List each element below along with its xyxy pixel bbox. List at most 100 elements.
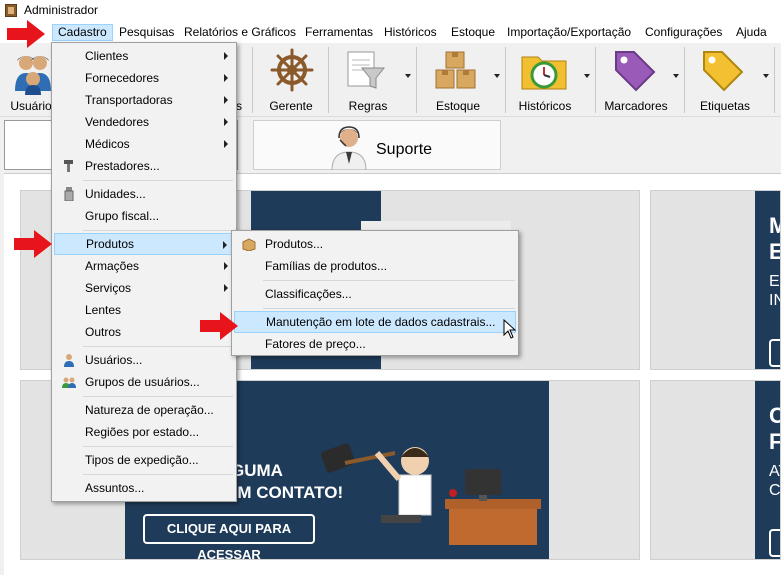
menu-separator: [83, 180, 233, 181]
toolbar-historicos-label: Históricos: [518, 99, 572, 113]
menu-separator: [83, 446, 233, 447]
menu-cadastro[interactable]: Cadastro: [52, 24, 113, 41]
menu-estoque[interactable]: Estoque: [446, 24, 500, 41]
funnel-document-icon: [347, 51, 386, 89]
menu-separator: [263, 308, 515, 309]
menu-item-label: Prestadores...: [85, 159, 160, 173]
banner-top-right[interactable]: M E EE IN: [650, 190, 781, 370]
etiquetas-dropdown-arrow[interactable]: [763, 74, 769, 78]
menu-item-label: Unidades...: [85, 187, 146, 201]
submenu-arrow-icon: [224, 52, 228, 60]
menu-item-label: Armações: [85, 259, 140, 273]
menu-item-tipos-expedicao[interactable]: Tipos de expedição...: [54, 449, 234, 471]
menu-relatorios[interactable]: Relatórios e Gráficos: [179, 24, 301, 41]
menu-item-label: Clientes: [85, 49, 129, 63]
estoque-dropdown-arrow[interactable]: [494, 74, 500, 78]
toolbar-marcadores-button[interactable]: Marcadores: [600, 45, 672, 115]
toolbar-regras-button[interactable]: Regras: [334, 45, 402, 115]
menu-item-unidades[interactable]: Unidades...: [54, 183, 234, 205]
menu-separator: [263, 280, 515, 281]
menu-item-label: Produtos: [86, 237, 135, 251]
menu-item-label: Médicos: [85, 137, 130, 151]
menu-item-clientes[interactable]: Clientes: [54, 45, 234, 67]
submenu-item-produtos[interactable]: Produtos...: [234, 233, 516, 255]
menu-item-fornecedores[interactable]: Fornecedores: [54, 67, 234, 89]
boxes-icon: [435, 51, 476, 89]
tag-yellow-icon: [703, 51, 744, 92]
banner-tr-cta[interactable]: [769, 339, 780, 367]
ship-wheel-icon: [270, 48, 314, 92]
menu-bar: Cadastro Pesquisas Relatórios e Gráficos…: [0, 22, 781, 43]
banner-bottom-right[interactable]: C F AT CC: [650, 380, 781, 560]
menu-item-regioes-estado[interactable]: Regiões por estado...: [54, 421, 234, 443]
submenu-item-classificacoes[interactable]: Classificações...: [234, 283, 516, 305]
red-arrow-icon: [14, 230, 52, 258]
submenu-item-manutencao-lote[interactable]: Manutenção em lote de dados cadastrais..…: [234, 311, 516, 333]
submenu-arrow-icon: [224, 262, 228, 270]
hammer-icon: [64, 160, 73, 172]
menu-item-label: Usuários...: [85, 353, 143, 367]
menu-item-label: Natureza de operação...: [85, 403, 214, 417]
menu-item-usuarios[interactable]: Usuários...: [54, 349, 234, 371]
banner-br-text-4: CC: [769, 482, 781, 499]
submenu-arrow-icon: [224, 140, 228, 148]
toolbar-historicos-button[interactable]: Históricos: [510, 45, 580, 115]
title-bar: Administrador: [0, 0, 781, 22]
menu-configuracoes[interactable]: Configurações: [640, 24, 727, 41]
toolbar-etiquetas-label: Etiquetas: [699, 99, 751, 113]
menu-item-prestadores[interactable]: Prestadores...: [54, 155, 234, 177]
toolbar-separator: [684, 47, 685, 113]
menu-item-natureza-operacao[interactable]: Natureza de operação...: [54, 399, 234, 421]
menu-item-grupos-usuarios[interactable]: Grupos de usuários...: [54, 371, 234, 393]
toolbar-usuarios-button[interactable]: Usuário: [6, 45, 56, 115]
menu-item-label: Regiões por estado...: [85, 425, 200, 439]
toolbar-marcadores-label: Marcadores: [604, 99, 668, 113]
support-agent-icon: [331, 126, 367, 170]
regras-dropdown-arrow[interactable]: [405, 74, 411, 78]
menu-item-assuntos[interactable]: Assuntos...: [54, 477, 234, 499]
menu-item-armacoes[interactable]: Armações: [54, 255, 234, 277]
box-icon: [242, 238, 256, 251]
menu-item-label: Grupo fiscal...: [85, 209, 160, 223]
tag-purple-icon: [615, 51, 656, 92]
menu-pesquisas[interactable]: Pesquisas: [114, 24, 179, 41]
banner-cta-button[interactable]: CLIQUE AQUI PARA ACESSAR: [143, 514, 315, 559]
submenu-item-fatores-preco[interactable]: Fatores de preço...: [234, 333, 516, 355]
toolbar-estoque-button[interactable]: Estoque: [422, 45, 494, 115]
menu-item-label: Lentes: [85, 303, 122, 317]
menu-item-label: Assuntos...: [85, 481, 145, 495]
toolbar-gerente-button[interactable]: Gerente: [258, 45, 324, 115]
menu-ajuda[interactable]: Ajuda: [731, 24, 772, 41]
submenu-arrow-icon: [224, 118, 228, 126]
menu-item-produtos[interactable]: Produtos: [54, 233, 234, 255]
submenu-item-label: Fatores de preço...: [265, 337, 366, 351]
banner-tr-text-4: IN: [769, 292, 780, 309]
menu-item-servicos[interactable]: Serviços: [54, 277, 234, 299]
menu-historicos[interactable]: Históricos: [379, 24, 442, 41]
toolbar-regras-label: Regras: [348, 99, 388, 113]
toolbar-separator: [328, 47, 329, 113]
toolbar-separator: [595, 47, 596, 113]
banner-br-cta[interactable]: [769, 529, 780, 557]
menu-item-label: Serviços: [85, 281, 132, 295]
menu-item-label: Vendedores: [85, 115, 150, 129]
tab-suporte-label: Suporte: [376, 141, 433, 158]
menu-importacao[interactable]: Importação/Exportação: [502, 24, 636, 41]
clock-folder-icon: [521, 56, 567, 90]
historicos-dropdown-arrow[interactable]: [584, 74, 590, 78]
user-group-icon: [62, 377, 76, 388]
submenu-item-familias[interactable]: Famílias de produtos...: [234, 255, 516, 277]
menu-separator: [83, 396, 233, 397]
banner-br-text-3: AT: [769, 463, 780, 480]
toolbar-etiquetas-button[interactable]: Etiquetas: [690, 45, 760, 115]
red-arrow-icon: [7, 20, 45, 48]
tab-suporte[interactable]: Suporte: [253, 120, 501, 170]
menu-item-medicos[interactable]: Médicos: [54, 133, 234, 155]
menu-item-transportadoras[interactable]: Transportadoras: [54, 89, 234, 111]
menu-ferramentas[interactable]: Ferramentas: [300, 24, 378, 41]
menu-item-vendedores[interactable]: Vendedores: [54, 111, 234, 133]
marcadores-dropdown-arrow[interactable]: [673, 74, 679, 78]
toolbar-separator: [252, 47, 253, 113]
app-icon: [5, 4, 17, 17]
menu-item-grupo-fiscal[interactable]: Grupo fiscal...: [54, 205, 234, 227]
